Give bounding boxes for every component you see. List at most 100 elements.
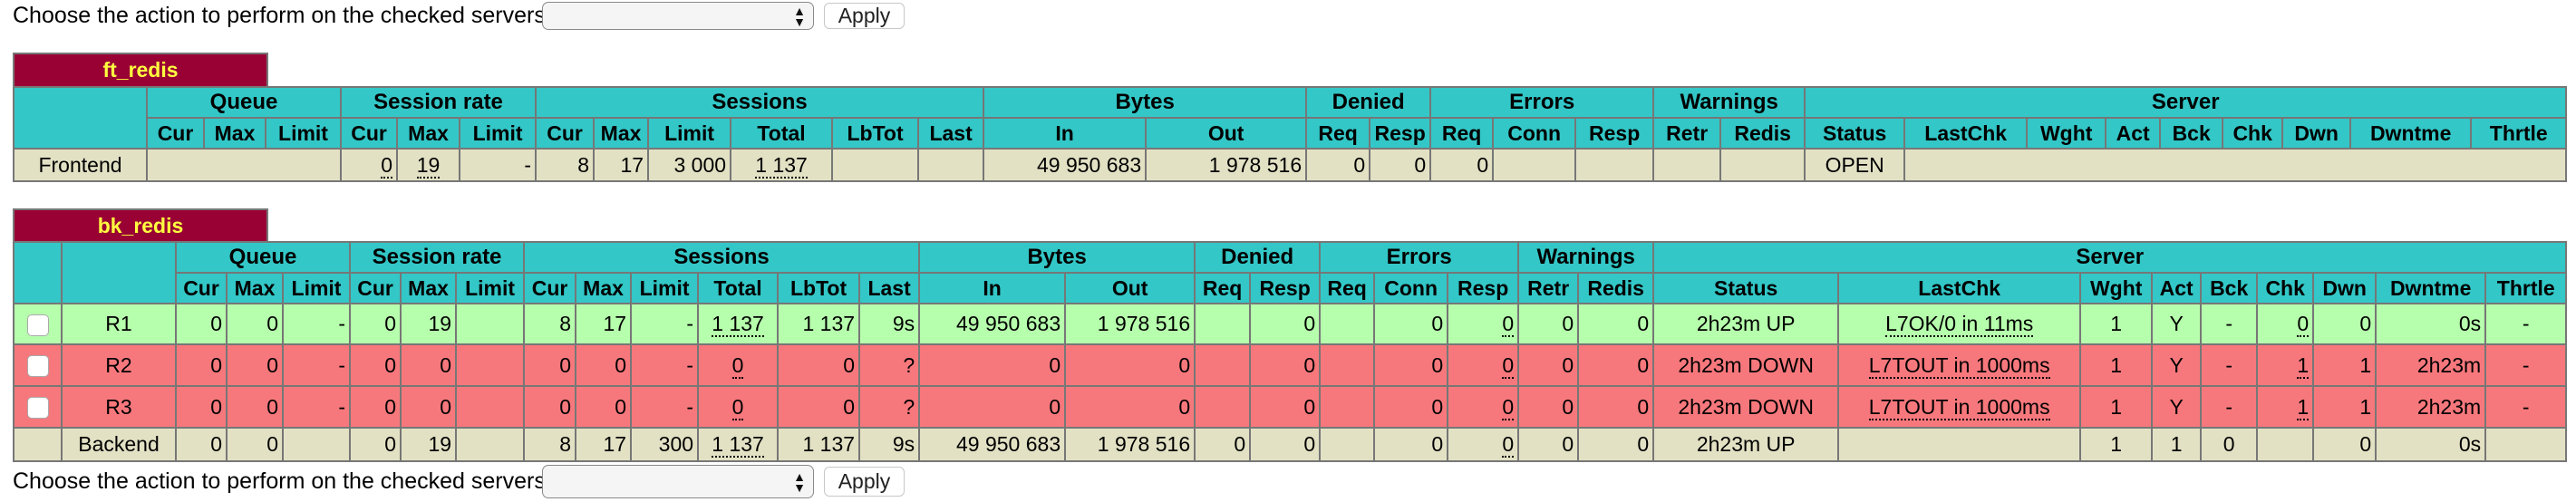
top-action-bar: Choose the action to perform on the chec… (13, 0, 905, 31)
cell-d-req (1194, 303, 1252, 345)
cell-d-resp: 0 (1249, 427, 1322, 462)
cell-s-total[interactable]: 1 137 (697, 303, 780, 345)
cell-s-limit: - (630, 343, 700, 387)
cell-lastchk[interactable]: L7TOUT in 1000ms (1837, 385, 2082, 429)
cell-b-out: 0 (1064, 385, 1196, 429)
cell-e-resp[interactable]: 0 (1447, 303, 1520, 345)
server-name[interactable]: R2 (61, 343, 177, 387)
sub-header-last: Last (858, 272, 921, 304)
cell-e-conn: 0 (1373, 385, 1449, 429)
cell-dwn: 1 (2312, 343, 2377, 387)
sub-header-act: Act (2105, 117, 2162, 150)
checkbox-cell[interactable] (13, 385, 63, 429)
action-select[interactable]: ▲ ▼ (542, 465, 814, 498)
sub-header-chk: Chk (2222, 117, 2284, 150)
cell-wght: 1 (2079, 385, 2154, 429)
sub-header-out: Out (1145, 117, 1308, 150)
name-header (61, 241, 177, 304)
cell-w-redis: 0 (1577, 303, 1655, 345)
cell-act: Y (2151, 385, 2203, 429)
cell-s-cur: 0 (523, 343, 577, 387)
queue-cells (145, 148, 343, 182)
cell-lastchk (1837, 427, 2082, 462)
sub-header-resp: Resp (1574, 117, 1655, 150)
cell-dwntme: 0s (2375, 303, 2487, 345)
sub-header-limit: Limit (630, 272, 700, 304)
group-header-session-rate: Session rate (349, 241, 526, 274)
server-row: R2 0 0-0 0 0 0-0 0? 0 0 0 0 0 0 0 2h23m DOWN L7TOUT in … (13, 343, 2568, 387)
backend-proxy-name[interactable]: bk_redis (13, 208, 268, 242)
sub-header-limit: Limit (647, 117, 732, 150)
cell-w-redis: 0 (1577, 427, 1655, 462)
action-select[interactable]: ▲ ▼ (542, 1, 814, 30)
apply-button[interactable]: Apply (824, 467, 905, 497)
cell-e-resp[interactable]: 0 (1447, 427, 1520, 462)
group-header-bytes: Bytes (983, 86, 1308, 119)
sub-header-redis: Redis (1577, 272, 1655, 304)
cell-s-total[interactable]: 0 (697, 385, 780, 429)
cell-thrtle: - (2484, 303, 2568, 345)
checkbox-cell[interactable] (13, 343, 63, 387)
cell-sr-limit (455, 427, 526, 462)
row-name: Frontend (13, 148, 148, 182)
sr-cur[interactable]: 0 (340, 148, 399, 182)
cell-chk[interactable]: 1 (2256, 385, 2315, 429)
cell-d-req (1194, 343, 1252, 387)
sub-header-dwn: Dwn (2312, 272, 2377, 304)
group-header-server: Server (1804, 86, 2568, 119)
cell-chk[interactable]: 1 (2256, 343, 2315, 387)
cell-s-limit: - (630, 303, 700, 345)
server-name[interactable]: R1 (61, 303, 177, 345)
cell-s-total[interactable]: 1 137 (697, 427, 780, 462)
server-checkbox[interactable] (26, 314, 49, 336)
cell-status: 2h23m DOWN (1652, 343, 1840, 387)
cell-q-max: 0 (226, 385, 284, 429)
cell-s-lbtot: 0 (777, 385, 861, 429)
cell-s-cur: 0 (523, 385, 577, 429)
sub-header-req: Req (1319, 272, 1376, 304)
sr-max[interactable]: 19 (396, 148, 461, 182)
cell-s-max: 17 (575, 427, 633, 462)
cell-chk[interactable]: 0 (2256, 303, 2315, 345)
cell-e-resp[interactable]: 0 (1447, 343, 1520, 387)
sub-header-cur: Cur (523, 272, 577, 304)
cell-s-total[interactable]: 0 (697, 343, 780, 387)
cell-b-in: 49 950 683 (918, 427, 1067, 462)
cell-s-cur: 8 (523, 303, 577, 345)
sub-header-max: Max (396, 117, 461, 150)
sub-header-status: Status (1804, 117, 1906, 150)
cell-q-limit: - (281, 303, 352, 345)
select-arrows-icon: ▲ ▼ (793, 469, 806, 495)
group-header-sessions: Sessions (535, 86, 985, 119)
cell-q-cur: 0 (175, 385, 228, 429)
cell-b-out: 1 978 516 (1064, 303, 1196, 345)
group-header-sessions: Sessions (523, 241, 921, 274)
cell-sr-cur: 0 (349, 303, 402, 345)
sub-header-limit: Limit (455, 272, 526, 304)
cell-lastchk[interactable]: L7TOUT in 1000ms (1837, 343, 2082, 387)
server-checkbox[interactable] (26, 397, 49, 420)
checkbox-cell[interactable] (13, 303, 63, 345)
cell-b-in: 0 (918, 385, 1067, 429)
cell-s-last: 9s (858, 303, 921, 345)
select-arrows-icon: ▲ ▼ (793, 3, 806, 29)
sub-header-lastchk: LastChk (1837, 272, 2082, 304)
sub-header-lbtot: LbTot (777, 272, 861, 304)
cell-lastchk[interactable]: L7OK/0 in 11ms (1837, 303, 2082, 345)
server-checkbox[interactable] (26, 355, 49, 378)
errors-req: 0 (1429, 148, 1495, 182)
s-total[interactable]: 1 137 (730, 148, 834, 182)
frontend-proxy-name[interactable]: ft_redis (13, 53, 268, 86)
apply-button[interactable]: Apply (824, 2, 905, 29)
cell-e-resp[interactable]: 0 (1447, 385, 1520, 429)
group-header-denied: Denied (1194, 241, 1322, 274)
sub-header-last: Last (917, 117, 985, 150)
sub-header-lbtot: LbTot (831, 117, 920, 150)
sub-header-conn: Conn (1373, 272, 1449, 304)
sub-header-thrtle: Thrtle (2484, 272, 2568, 304)
cell-bck: - (2200, 343, 2259, 387)
server-name[interactable]: R3 (61, 385, 177, 429)
cell-d-resp: 0 (1249, 343, 1322, 387)
cell-sr-limit (455, 385, 526, 429)
cell-s-max: 17 (575, 303, 633, 345)
